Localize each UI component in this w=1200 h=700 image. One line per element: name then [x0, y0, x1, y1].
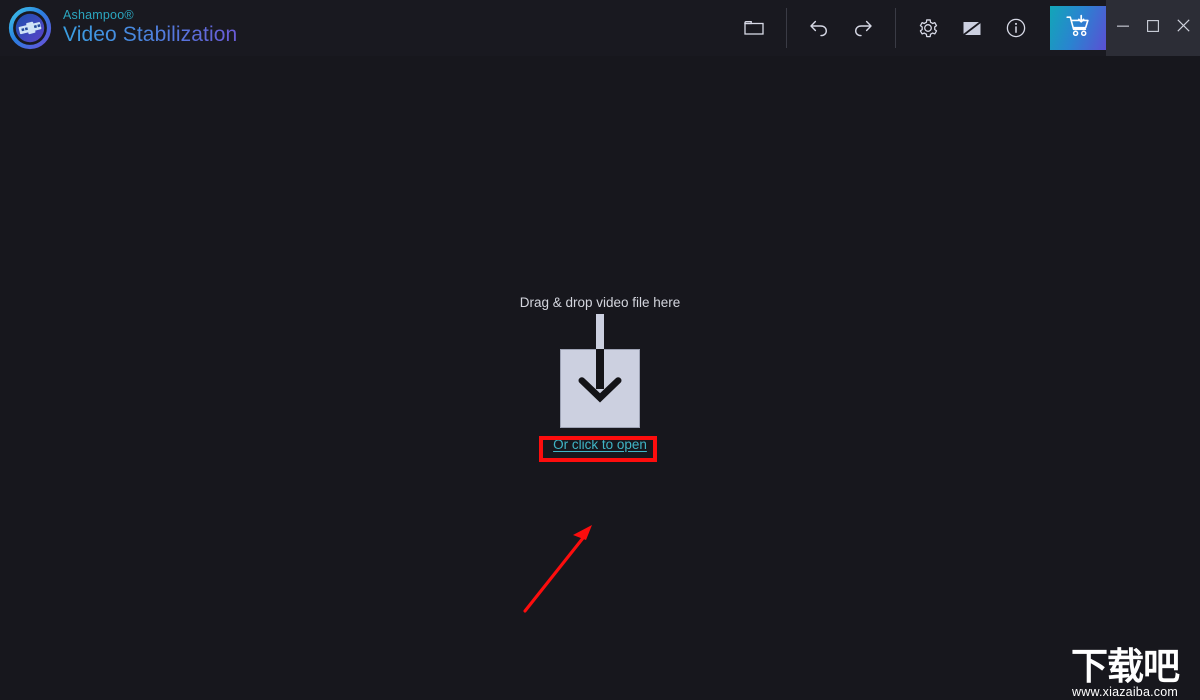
site-watermark: 下载吧 www.xiazaiba.com: [1056, 648, 1194, 699]
workspace: Drag & drop video file here Or click to …: [0, 56, 1200, 700]
app-logo-icon: [8, 6, 52, 50]
toolbar-group-file: [732, 0, 776, 56]
gear-icon: [917, 17, 939, 39]
minimize-icon: [1117, 19, 1129, 37]
open-file-button[interactable]: [732, 0, 776, 56]
info-circle-icon: [1005, 17, 1027, 39]
maximize-icon: [1147, 19, 1159, 37]
folder-icon: [743, 18, 765, 38]
close-button[interactable]: [1168, 0, 1198, 56]
brand: Ashampoo® Video Stabilization: [0, 0, 237, 56]
title-bar: Ashampoo® Video Stabilization: [0, 0, 1200, 56]
theme-button[interactable]: [950, 0, 994, 56]
settings-button[interactable]: [906, 0, 950, 56]
toolbar-group-tools: [906, 0, 1038, 56]
redo-button[interactable]: [841, 0, 885, 56]
or-click-to-open-link[interactable]: Or click to open: [553, 437, 647, 452]
brand-company: Ashampoo®: [63, 7, 134, 22]
toolbar-separator-2: [895, 8, 896, 48]
maximize-button[interactable]: [1138, 0, 1168, 56]
window-controls: [1106, 0, 1200, 56]
app-window: Ashampoo® Video Stabilization Drag & dro…: [0, 0, 1200, 700]
arrow-head-dark: [578, 349, 622, 403]
watermark-logo-text: 下载吧: [1071, 644, 1180, 688]
toolbar-group-history: [797, 0, 885, 56]
minimize-button[interactable]: [1108, 0, 1138, 56]
open-link-wrapper: Or click to open: [0, 436, 1200, 454]
contrast-diagonal-icon: [961, 19, 983, 38]
shopping-cart-download-icon: [1064, 13, 1092, 44]
buy-now-button[interactable]: [1050, 6, 1106, 50]
undo-arrow-icon: [807, 17, 831, 39]
brand-text: Ashampoo® Video Stabilization: [63, 9, 237, 48]
info-button[interactable]: [994, 0, 1038, 56]
dropzone-hint-text: Drag & drop video file here: [519, 295, 681, 310]
undo-button[interactable]: [797, 0, 841, 56]
toolbar: [732, 0, 1200, 56]
redo-arrow-icon: [851, 17, 875, 39]
brand-product: Video Stabilization: [63, 23, 238, 47]
arrow-shaft-upper: [596, 314, 604, 349]
close-icon: [1176, 19, 1190, 37]
watermark-url-text: www.xiazaiba.com: [1071, 684, 1178, 699]
download-into-box-arrow-icon: [560, 314, 640, 428]
toolbar-separator-1: [786, 8, 787, 48]
video-dropzone[interactable]: Drag & drop video file here Or click to …: [0, 56, 1200, 700]
